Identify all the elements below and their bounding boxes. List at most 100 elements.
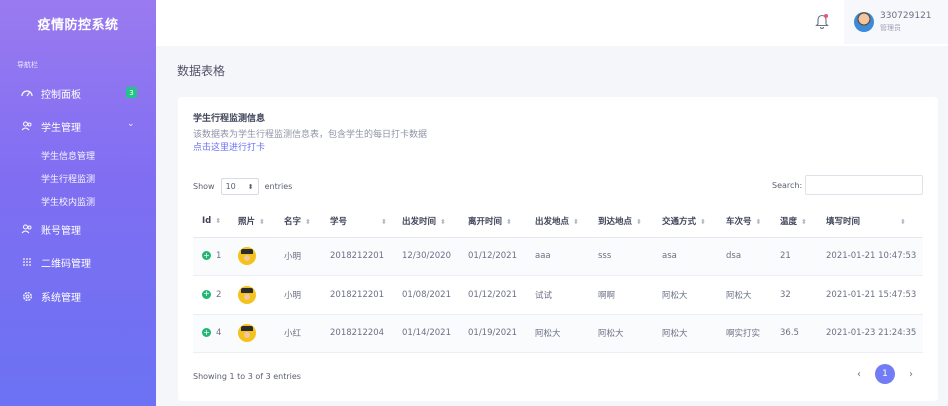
search-label: Search: [772,181,803,190]
cell-student-no: 2018212204 [321,314,393,353]
sort-icon: ⬍ [440,217,446,226]
data-table-card: 学生行程监测信息 该数据表为学生行程监测信息表，包含学生的每日打卡数据 点击这里… [178,97,938,401]
page-length-control: Show 10 ⬍ entries [193,178,292,195]
cell-to: 阿松大 [589,314,653,353]
student-photo [238,247,256,266]
column-header-from[interactable]: 出发地点 ⬍ [526,205,589,238]
table-header-row: Id ⬍ 照片 ⬍ 名字 ⬍ 学号 ⬍ 出发时间 ⬍ 离开时间 ⬍ 出发地点 ⬍ 到达地点 ⬍ … [193,205,923,238]
column-header-id[interactable]: Id ⬍ [193,205,229,238]
cell-to: sss [589,237,653,276]
sidebar-item-label: 控制面板 [41,89,81,101]
expand-row-icon[interactable]: + [202,251,211,261]
table-row: +2 小明 2018212201 01/08/2021 01/12/2021 试… [193,275,923,315]
table-row: +1 小明 2018212201 12/30/2020 01/12/2021 a… [193,237,923,276]
sidebar-item-label: 学生管理 [41,122,81,134]
table-row: +4 小红 2018212204 01/14/2021 01/19/2021 阿… [193,314,923,353]
column-header-name[interactable]: 名字 ⬍ [275,205,321,238]
sort-icon: ⬍ [215,216,222,225]
sort-icon: ⬍ [259,217,265,226]
page-length-value: 10 [225,182,236,191]
avatar [854,12,874,32]
sidebar-item-accounts[interactable]: 账号管理 [0,219,156,239]
entries-label: entries [264,182,293,191]
sort-icon: ⬍ [900,217,906,226]
cell-name: 小明 [275,237,321,276]
sort-arrows-icon: ⬍ [247,182,254,191]
cell-temp: 32 [771,275,817,315]
cell-student-no: 2018212201 [321,237,393,276]
sidebar-item-label: 账号管理 [41,225,81,237]
sidebar-item-system[interactable]: 系统管理 [0,286,156,306]
cell-from: 阿松大 [526,314,589,353]
sidebar-subitem-student-campus[interactable]: 学生校内监测 [41,195,95,208]
column-header-to[interactable]: 到达地点 ⬍ [589,205,653,238]
chevron-down-icon: ⌄ [127,119,135,129]
gear-icon [20,291,34,302]
show-label: Show [193,182,215,191]
column-header-train-no[interactable]: 车次号 ⬍ [717,205,771,238]
cell-filled-at: 2021-01-23 21:24:35 [817,314,923,353]
student-photo [238,324,256,343]
cell-to: 啊啊 [589,275,653,315]
account-icon [20,224,34,234]
notification-badge: 3 [126,87,137,98]
sidebar: 疫情防控系统 导航栏 控制面板 3 学生管理 ⌄ 学生信息管理 学生行程监测 学… [0,0,156,406]
cell-depart-time: 12/30/2020 [393,237,459,276]
nav-caption: 导航栏 [17,61,38,69]
sort-icon: ⬍ [636,217,642,226]
cell-leave-time: 01/19/2021 [459,314,526,353]
user-name: 330729121 [880,11,932,21]
next-page-button[interactable]: › [902,369,920,380]
pagination: ‹ 1 › [850,364,920,384]
table-info: Showing 1 to 3 of 3 entries [193,372,301,381]
cell-temp: 21 [771,237,817,276]
dashboard-icon [20,89,34,97]
cell-name: 小红 [275,314,321,353]
sort-icon: ⬍ [801,217,807,226]
sort-icon: ⬍ [305,217,311,226]
column-header-filled-at[interactable]: 填写时间 ⬍ [817,205,923,238]
user-menu[interactable]: 330729121 管理员 [844,0,948,44]
cell-name: 小明 [275,275,321,315]
sidebar-item-dashboard[interactable]: 控制面板 3 [0,83,156,103]
check-in-link[interactable]: 点击这里进行打卡 [193,140,265,153]
prev-page-button[interactable]: ‹ [850,369,868,380]
cell-transport: 阿松大 [653,314,717,353]
bell-icon[interactable] [814,12,830,30]
page-title: 数据表格 [177,64,226,78]
sidebar-item-label: 系统管理 [41,292,81,304]
page-1-button[interactable]: 1 [875,364,895,384]
sort-icon: ⬍ [700,217,706,226]
sidebar-item-qrcode[interactable]: 二维码管理 [0,252,156,272]
trip-table: Id ⬍ 照片 ⬍ 名字 ⬍ 学号 ⬍ 出发时间 ⬍ 离开时间 ⬍ 出发地点 ⬍ 到达地点 ⬍ … [193,205,923,353]
cell-id: 1 [216,251,222,262]
student-photo [238,285,256,304]
search-input[interactable] [805,175,923,195]
cell-train-no: dsa [717,237,771,276]
sort-icon: ⬍ [506,217,512,226]
sort-icon: ⬍ [755,217,762,226]
user-role: 管理员 [880,24,901,32]
column-header-transport[interactable]: 交通方式 ⬍ [653,205,717,238]
cell-transport: asa [653,237,717,276]
page-length-select[interactable]: 10 ⬍ [220,178,259,195]
cell-id: 2 [216,289,222,300]
grid-icon [20,257,34,267]
column-header-photo[interactable]: 照片 ⬍ [229,205,275,238]
cell-transport: 阿松大 [653,275,717,315]
column-header-depart-time[interactable]: 出发时间 ⬍ [393,205,459,238]
brand-title: 疫情防控系统 [37,17,119,33]
cell-leave-time: 01/12/2021 [459,237,526,276]
cell-leave-time: 01/12/2021 [459,275,526,315]
column-header-temp[interactable]: 温度 ⬍ [771,205,817,238]
cell-train-no: 阿松大 [717,275,771,315]
sidebar-subitem-student-info[interactable]: 学生信息管理 [41,149,95,162]
column-header-leave-time[interactable]: 离开时间 ⬍ [459,205,526,238]
cell-depart-time: 01/14/2021 [393,314,459,353]
column-header-student-no[interactable]: 学号 ⬍ [321,205,393,238]
expand-row-icon[interactable]: + [202,328,211,338]
sidebar-subitem-student-trip[interactable]: 学生行程监测 [41,172,95,185]
expand-row-icon[interactable]: + [202,289,211,299]
sidebar-item-students[interactable]: 学生管理 ⌄ [0,116,156,136]
cell-from: 试试 [526,275,589,315]
